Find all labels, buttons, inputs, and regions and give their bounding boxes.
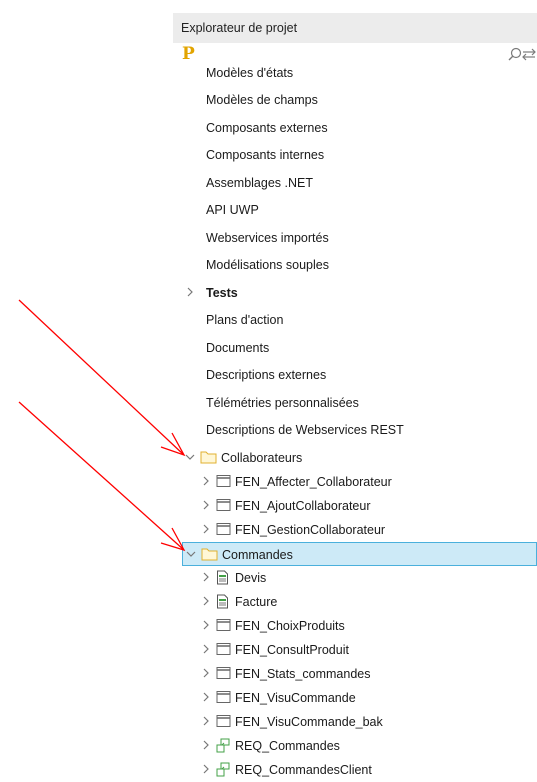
tree-item-label: Documents xyxy=(206,340,270,355)
window-icon xyxy=(216,498,231,511)
tree-item-label: FEN_VisuCommande xyxy=(235,690,356,705)
expand-arrow-icon[interactable] xyxy=(201,740,211,750)
sync-icon[interactable] xyxy=(522,48,537,61)
tree-item-partially-hidden[interactable]: Modèles d'états xyxy=(206,62,406,78)
tree-item[interactable]: Modèles de champs xyxy=(173,88,537,112)
tree-item[interactable]: Composants internes xyxy=(173,143,537,167)
expand-arrow-icon[interactable] xyxy=(201,668,211,678)
tree-item-label: Descriptions de Webservices REST xyxy=(206,423,404,437)
tree-item[interactable]: Facture xyxy=(173,590,537,614)
tree-folder-commandes[interactable]: Commandes xyxy=(182,541,537,566)
window-icon xyxy=(216,714,231,727)
tree-item-label: Plans d'action xyxy=(206,313,284,327)
tree-item[interactable]: FEN_VisuCommande_bak xyxy=(173,710,537,734)
tree-item[interactable]: Plans d'action xyxy=(173,308,537,332)
tree-item-label: Modélisations souples xyxy=(206,258,329,272)
tree-item-label: Devis xyxy=(235,570,267,585)
tree-item-label: Facture xyxy=(235,594,278,609)
tree-item-label: Tests xyxy=(206,285,238,300)
tree-folder-collaborateurs[interactable]: Collaborateurs xyxy=(173,446,537,470)
tree-item[interactable]: Modélisations souples xyxy=(173,253,537,277)
tree-item-label: API UWP xyxy=(206,203,259,217)
tree-item[interactable]: FEN_GestionCollaborateur xyxy=(173,518,537,542)
window-icon xyxy=(216,618,231,631)
report-icon xyxy=(217,594,228,608)
window-icon xyxy=(216,522,231,535)
tree-item[interactable]: Descriptions de Webservices REST xyxy=(173,418,537,442)
tree-item[interactable]: FEN_ChoixProduits xyxy=(173,614,537,638)
tree-item[interactable]: FEN_Affecter_Collaborateur xyxy=(173,470,537,494)
expand-arrow-icon[interactable] xyxy=(201,596,211,606)
folder-icon xyxy=(200,451,217,463)
tree-item[interactable]: Devis xyxy=(173,566,537,590)
red-arrow-annotation xyxy=(18,299,186,457)
tree-item-label: Modèles d'états xyxy=(206,66,294,78)
query-icon xyxy=(216,738,230,752)
tree-item-label: Assemblages .NET xyxy=(206,175,313,190)
tree-item-label: REQ_CommandesClient xyxy=(235,762,372,777)
tree-item[interactable]: Webservices importés xyxy=(173,226,537,250)
panel-header: Explorateur de projet xyxy=(173,13,537,43)
tree-item-label: FEN_Affecter_Collaborateur xyxy=(235,474,392,489)
tree-item-label: Collaborateurs xyxy=(221,450,303,465)
tree-item[interactable]: API UWP xyxy=(173,198,537,222)
window-icon xyxy=(216,642,231,655)
red-arrow-annotation xyxy=(18,401,186,552)
tree-item-label: Composants internes xyxy=(206,148,325,162)
tree-item-label: FEN_VisuCommande_bak xyxy=(235,714,383,729)
expand-arrow-icon[interactable] xyxy=(201,764,211,774)
tree-item-label: FEN_Stats_commandes xyxy=(235,666,371,681)
tree-item[interactable]: FEN_Stats_commandes xyxy=(173,662,537,686)
query-icon xyxy=(216,762,230,776)
expand-arrow-icon[interactable] xyxy=(201,476,211,486)
tree-item[interactable]: FEN_ConsultProduit xyxy=(173,638,537,662)
window-icon xyxy=(216,474,231,487)
tree-item-label: FEN_AjoutCollaborateur xyxy=(235,498,371,513)
tree-item-label: Descriptions externes xyxy=(206,368,327,382)
tree-item[interactable]: FEN_AjoutCollaborateur xyxy=(173,494,537,518)
tree-item[interactable]: Descriptions externes xyxy=(173,363,537,387)
tree-item-label: FEN_ChoixProduits xyxy=(235,618,345,633)
expand-arrow-icon[interactable] xyxy=(201,524,211,534)
tree-item-label: Composants externes xyxy=(206,120,328,135)
panel-title: Explorateur de projet xyxy=(181,21,298,35)
expand-arrow-icon[interactable] xyxy=(201,572,211,582)
collapse-arrow-icon[interactable] xyxy=(186,549,196,559)
tree-item[interactable]: FEN_VisuCommande xyxy=(173,686,537,710)
tree-item-tests[interactable]: Tests xyxy=(173,281,537,305)
report-icon xyxy=(217,570,228,584)
expand-arrow-icon[interactable] xyxy=(201,692,211,702)
tree-item[interactable]: REQ_Commandes xyxy=(173,734,537,758)
tree-item-label: FEN_GestionCollaborateur xyxy=(235,522,386,537)
expand-arrow-icon[interactable] xyxy=(185,287,195,297)
tree-item[interactable]: REQ_CommandesClient xyxy=(173,758,537,782)
expand-arrow-icon[interactable] xyxy=(201,500,211,510)
window-icon xyxy=(216,690,231,703)
tree-item-label: FEN_ConsultProduit xyxy=(235,642,349,657)
window-icon xyxy=(216,666,231,679)
folder-icon xyxy=(201,548,218,560)
project-logo: P xyxy=(182,44,195,64)
tree-item-label: REQ_Commandes xyxy=(235,738,340,753)
tree-item[interactable]: Composants externes xyxy=(173,116,537,140)
tree-item-label: Commandes xyxy=(222,547,293,562)
tree-item-label: Télémétries personnalisées xyxy=(206,395,359,410)
expand-arrow-icon[interactable] xyxy=(201,644,211,654)
search-icon[interactable] xyxy=(508,47,522,61)
expand-arrow-icon[interactable] xyxy=(201,620,211,630)
tree-item[interactable]: Documents xyxy=(173,336,537,360)
tree-item[interactable]: Télémétries personnalisées xyxy=(173,391,537,415)
expand-arrow-icon[interactable] xyxy=(201,716,211,726)
tree-item[interactable]: Assemblages .NET xyxy=(173,171,537,195)
tree-item-label: Webservices importés xyxy=(206,230,329,245)
collapse-arrow-icon[interactable] xyxy=(185,452,195,462)
tree-item-label: Modèles de champs xyxy=(206,93,318,107)
